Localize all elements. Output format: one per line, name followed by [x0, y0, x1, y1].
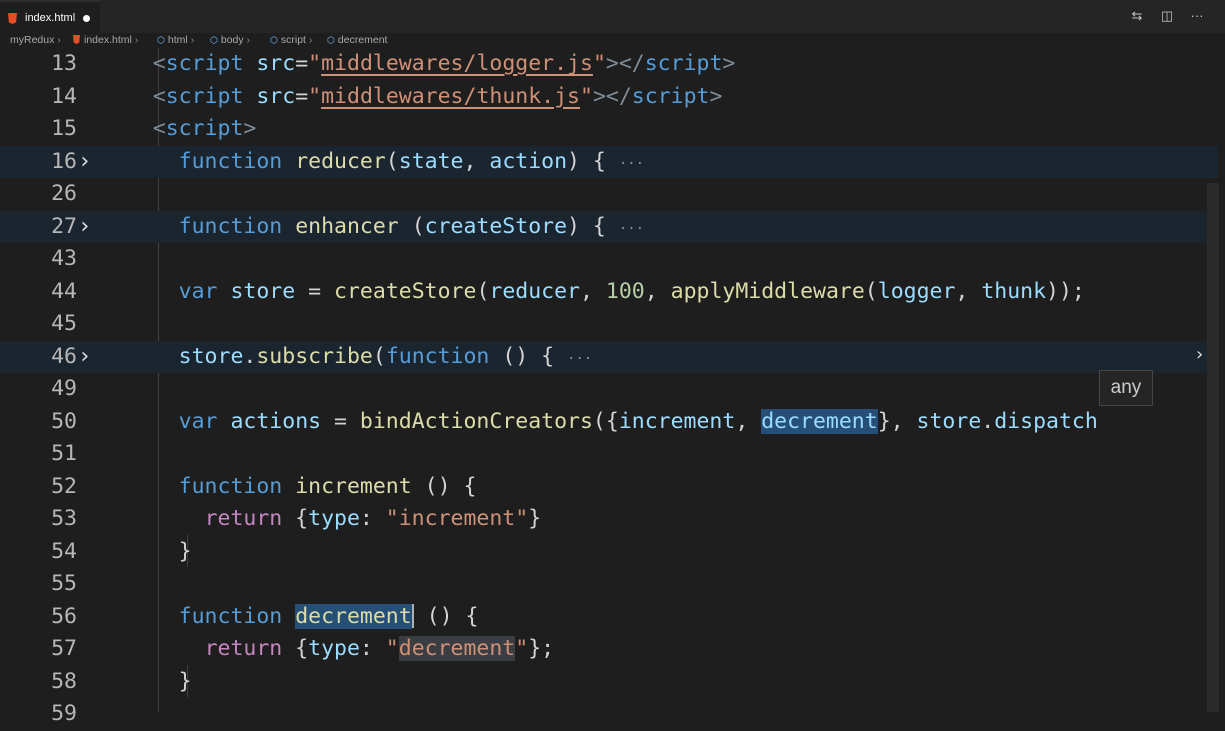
code-line[interactable]: 54 } [0, 536, 1218, 569]
breadcrumb-label: script [280, 34, 306, 46]
line-number: 58 [51, 668, 77, 694]
line-number: 26 [51, 181, 77, 206]
source-control-icon[interactable]: ⇆ [1129, 8, 1145, 24]
line-number: 52 [51, 473, 77, 499]
line-number: 53 [51, 506, 77, 531]
breadcrumb-label: body [220, 34, 244, 46]
chevron-right-icon: › [57, 35, 61, 46]
breadcrumb-item[interactable]: ⬡ body › [210, 33, 253, 48]
chevron-right-icon: › [246, 35, 250, 46]
line-number: 56 [51, 603, 77, 629]
code-line[interactable]: 56 function decrement () { [0, 601, 1218, 634]
line-number: 49 [51, 376, 77, 401]
line-number: 51 [51, 441, 77, 466]
html5-icon [73, 35, 80, 44]
code-text[interactable]: function decrement () { [101, 601, 478, 634]
breadcrumb-label: index.html [84, 34, 132, 46]
line-number: 15 [51, 116, 77, 141]
code-line[interactable]: 53 return {type: "increment"} [0, 503, 1218, 536]
code-text[interactable]: <script src="middlewares/logger.js"></sc… [101, 48, 736, 81]
code-line[interactable]: 46 › store.subscribe(function () { ··· [0, 340, 1218, 376]
chevron-right-icon: › [308, 35, 313, 46]
breadcrumb-item[interactable]: myRedux › [10, 33, 64, 48]
breadcrumb-label: decrement [337, 34, 388, 46]
code-text[interactable]: return {type: "decrement"}; [101, 633, 554, 666]
tab-label: index.html [25, 12, 76, 24]
breadcrumb-label: myRedux [10, 34, 55, 46]
breadcrumb-label: html [167, 34, 188, 46]
code-editor[interactable]: 13 <script src="middlewares/logger.js"><… [0, 48, 1225, 726]
line-number: 59 [51, 701, 77, 726]
symbol-element-icon: ⬡ [210, 35, 218, 45]
chevron-right-icon: › [134, 35, 139, 46]
chevron-right-icon: › [190, 35, 195, 46]
code-line[interactable]: 52 function increment () { [0, 471, 1218, 504]
fold-chevron-icon[interactable]: › [78, 341, 98, 374]
tab-bar: index.html ⇆ ◫ ··· [0, 0, 1225, 33]
fold-chevron-icon[interactable]: › [78, 146, 98, 179]
breadcrumb-item[interactable]: ⬡ decrement [327, 33, 387, 48]
code-line[interactable]: 59 [0, 698, 1218, 731]
code-text[interactable]: var store = createStore(reducer, 100, ap… [101, 276, 1085, 309]
code-text[interactable]: <script src="middlewares/thunk.js"></scr… [101, 81, 723, 114]
type-hover-tooltip: any [1099, 370, 1153, 406]
unsaved-dot-icon[interactable] [83, 15, 90, 22]
code-line[interactable]: 55 [0, 568, 1218, 601]
code-text[interactable]: } [101, 666, 192, 699]
symbol-element-icon: ⬡ [157, 35, 165, 45]
line-number: 55 [51, 571, 77, 596]
code-line[interactable]: 27 › function enhancer (createStore) { ··… [0, 210, 1218, 246]
code-line[interactable]: 43 [0, 243, 1218, 276]
code-text[interactable]: function enhancer (createStore) { ··· [101, 211, 644, 246]
tab-index-html[interactable]: index.html [0, 0, 100, 33]
symbol-method-icon: ⬡ [327, 35, 335, 45]
split-editor-icon[interactable]: ◫ [1159, 8, 1175, 24]
code-line[interactable]: 50 var actions = bindActionCreators({inc… [0, 406, 1218, 439]
breadcrumb-item[interactable]: index.html › [73, 33, 141, 48]
line-number: 44 [51, 278, 77, 304]
fold-chevron-icon[interactable]: › [78, 211, 98, 244]
line-number: 27 [51, 213, 77, 239]
breadcrumb: myRedux › index.html › ⬡ html › ⬡ body › ⬡ script › ⬡… [0, 33, 1225, 48]
code-line[interactable]: 57 return {type: "decrement"}; [0, 633, 1218, 666]
code-line[interactable]: 49 [0, 373, 1218, 406]
line-number: 54 [51, 538, 77, 564]
line-number: 13 [51, 51, 77, 76]
code-line[interactable]: 58 } [0, 666, 1218, 699]
code-line[interactable]: 51 [0, 438, 1218, 471]
line-number: 14 [51, 83, 77, 109]
code-text[interactable]: store.subscribe(function () { ··· [101, 341, 593, 376]
chevron-right-icon[interactable]: › [1196, 344, 1203, 365]
line-number: 46 [51, 343, 77, 369]
line-number: 50 [51, 408, 77, 434]
line-number: 43 [51, 246, 77, 271]
code-text[interactable]: function increment () { [101, 471, 477, 504]
code-text[interactable]: } [101, 536, 192, 569]
code-line[interactable]: 14 <script src="middlewares/thunk.js"></… [0, 81, 1218, 114]
breadcrumb-item[interactable]: ⬡ script › [270, 33, 315, 48]
symbol-element-icon: ⬡ [270, 35, 278, 45]
vertical-scrollbar[interactable] [1207, 183, 1219, 712]
code-text[interactable]: var actions = bindActionCreators({increm… [101, 406, 1098, 439]
editor-actions: ⇆ ◫ ··· [1129, 8, 1205, 24]
line-number: 16 [51, 148, 77, 174]
code-text[interactable]: <script> [101, 113, 257, 146]
more-actions-icon[interactable]: ··· [1189, 8, 1205, 24]
code-line[interactable]: 26 [0, 178, 1218, 211]
code-text[interactable]: return {type: "increment"} [101, 503, 542, 536]
code-line[interactable]: 45 [0, 308, 1218, 341]
breadcrumb-item[interactable]: ⬡ html › [157, 33, 197, 48]
code-line[interactable]: 15 <script> [0, 113, 1218, 146]
code-line[interactable]: 13 <script src="middlewares/logger.js"><… [0, 48, 1218, 81]
line-number: 45 [51, 311, 77, 336]
code-line[interactable]: 44 var store = createStore(reducer, 100,… [0, 276, 1218, 309]
code-line[interactable]: 16 › function reducer(state, action) { ··… [0, 145, 1218, 181]
code-text[interactable]: function reducer(state, action) { ··· [101, 146, 644, 181]
line-number: 57 [51, 636, 77, 661]
html5-icon [8, 13, 17, 24]
